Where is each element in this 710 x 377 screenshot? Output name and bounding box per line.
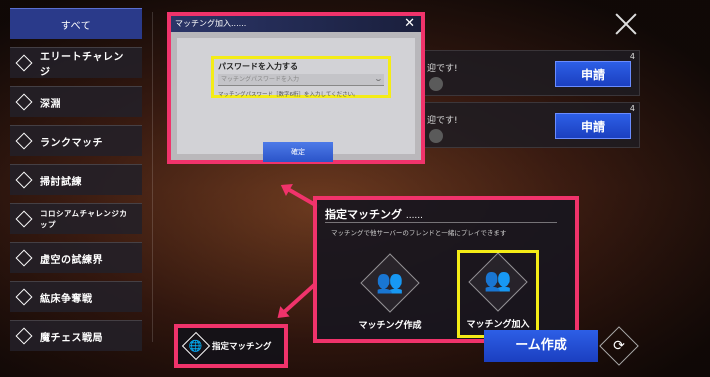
designated-matching-panel: 指定マッチング ...... マッチングで他サーバーのフレンドと一緒にプレイでき… xyxy=(313,196,579,343)
refresh-button[interactable]: ⟳ xyxy=(599,326,639,366)
sidebar-item-colosseum-cup[interactable]: コロシアムチャレンジカップ xyxy=(10,203,142,234)
apply-button[interactable]: 申請 xyxy=(555,61,631,87)
member-count: 4 xyxy=(629,52,635,61)
modal-body: パスワードを入力する マッチングパスワードを入力 ⌣ マッチングパスワード［数字… xyxy=(177,38,415,162)
join-matching-button[interactable]: 👥 マッチング加入 xyxy=(457,250,539,338)
panel-description: マッチングで他サーバーのフレンドと一緒にプレイできます xyxy=(331,229,507,237)
diamond-icon xyxy=(15,54,33,72)
password-label: パスワードを入力する xyxy=(218,62,298,71)
sidebar-item-chess-battle[interactable]: 魔チェス戦局 xyxy=(10,320,142,351)
refresh-icon: ⟳ xyxy=(613,338,625,354)
join-matching-label: マッチング加入 xyxy=(466,320,530,330)
create-room-button[interactable]: ーム作成 xyxy=(484,330,598,362)
avatar xyxy=(429,77,443,91)
divider xyxy=(152,12,153,342)
divider xyxy=(325,222,557,223)
sidebar-item-label: 魔チェス戦局 xyxy=(40,332,103,344)
sidebar-item-label: 掃討試練 xyxy=(40,176,82,188)
panel-title: 指定マッチング ...... xyxy=(325,206,423,222)
sidebar-item-elite-challenge[interactable]: エリートチャレンジ xyxy=(10,47,142,78)
designated-matching-button[interactable]: 🌐 指定マッチング xyxy=(174,324,288,368)
password-modal: マッチング加入...... ✕ パスワードを入力する マッチングパスワードを入力… xyxy=(167,12,425,164)
sidebar-item-label: 深淵 xyxy=(40,98,61,110)
room-text: 迎です! xyxy=(427,64,458,74)
password-input[interactable]: マッチングパスワードを入力 ⌣ xyxy=(218,74,384,86)
room-card: 迎です! 4 申請 xyxy=(424,102,640,148)
sidebar-item-label: 虚空の試練界 xyxy=(40,254,103,266)
diamond-icon xyxy=(15,93,33,111)
confirm-button[interactable]: 確定 xyxy=(263,142,333,162)
modal-title-dots: ...... xyxy=(231,19,247,28)
member-count: 4 xyxy=(629,104,635,113)
globe-user-icon: 🌐 xyxy=(181,331,211,361)
create-matching-label: マッチング作成 xyxy=(358,321,422,331)
diamond-icon xyxy=(15,132,33,150)
panel-title-dots: ...... xyxy=(405,211,424,221)
eye-closed-icon[interactable]: ⌣ xyxy=(376,74,381,86)
arrow-icon xyxy=(280,283,317,316)
apply-button[interactable]: 申請 xyxy=(555,113,631,139)
designated-matching-label: 指定マッチング xyxy=(212,342,272,352)
search-user-icon: 👥 xyxy=(484,268,512,293)
password-field-group: パスワードを入力する マッチングパスワードを入力 ⌣ マッチングパスワード［数字… xyxy=(211,56,391,98)
category-sidebar: すべて エリートチャレンジ 深淵 ランクマッチ 掃討試練 コロシアムチャレンジカ… xyxy=(10,8,142,359)
modal-titlebar: マッチング加入...... ✕ xyxy=(171,16,421,32)
room-card: 迎です! 4 申請 xyxy=(424,50,640,96)
password-hint: マッチングパスワード［数字6桁］を入力してください。 xyxy=(218,92,359,98)
sidebar-item-label: ランクマッチ xyxy=(40,137,103,149)
diamond-icon xyxy=(15,210,33,228)
close-icon[interactable]: ✕ xyxy=(404,16,415,32)
avatar xyxy=(429,129,443,143)
sidebar-item-label: コロシアムチャレンジカップ xyxy=(40,209,128,229)
diamond-icon xyxy=(15,288,33,306)
sidebar-item-bed-contest[interactable]: 紘床争奪戦 xyxy=(10,281,142,312)
password-placeholder: マッチングパスワードを入力 xyxy=(221,76,300,83)
close-icon[interactable] xyxy=(614,12,638,36)
sidebar-item-void-trial[interactable]: 虚空の試練界 xyxy=(10,242,142,273)
room-text: 迎です! xyxy=(427,116,458,126)
add-user-icon: 👥 xyxy=(376,270,404,295)
create-matching-button[interactable]: 👥 マッチング作成 xyxy=(349,252,431,334)
sidebar-item-sweep-trial[interactable]: 掃討試練 xyxy=(10,164,142,195)
panel-title-text: 指定マッチング xyxy=(325,208,402,221)
sidebar-item-rank-match[interactable]: ランクマッチ xyxy=(10,125,142,156)
modal-title: マッチング加入 xyxy=(175,19,231,28)
diamond-icon xyxy=(15,327,33,345)
diamond-icon xyxy=(15,249,33,267)
sidebar-item-abyss[interactable]: 深淵 xyxy=(10,86,142,117)
sidebar-item-label: 紘床争奪戦 xyxy=(40,293,93,305)
sidebar-item-all[interactable]: すべて xyxy=(10,8,142,39)
sidebar-item-label: エリートチャレンジ xyxy=(40,52,124,78)
sidebar-item-label: すべて xyxy=(60,20,92,32)
diamond-icon xyxy=(15,171,33,189)
